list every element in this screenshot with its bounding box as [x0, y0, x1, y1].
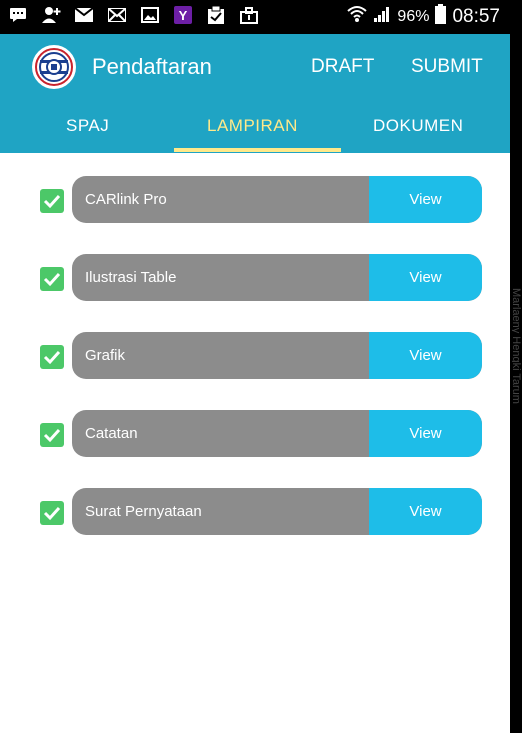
app-logo — [32, 45, 76, 89]
attachment-bar[interactable]: Ilustrasi Table View — [72, 254, 482, 301]
page-title: Pendaftaran — [92, 54, 212, 79]
attachment-bar[interactable]: Catatan View — [72, 410, 482, 457]
clipboard-check-icon — [206, 5, 226, 25]
draft-button[interactable]: DRAFT — [311, 56, 374, 78]
view-button[interactable]: View — [369, 332, 482, 379]
wifi-icon — [347, 5, 368, 28]
attachment-label: Surat Pernyataan — [85, 503, 202, 520]
attachment-bar[interactable]: Grafik View — [72, 332, 482, 379]
list-item: Surat Pernyataan View — [0, 488, 510, 536]
attachment-label: Ilustrasi Table — [85, 269, 177, 286]
submit-button[interactable]: SUBMIT — [411, 56, 483, 78]
add-person-icon — [41, 5, 61, 25]
chat-icon — [8, 5, 28, 25]
briefcase-icon — [239, 5, 259, 25]
checkbox-checked[interactable] — [40, 423, 64, 447]
side-watermark-text: Marlaeny Hengki Tarum — [512, 288, 522, 404]
attachment-label: Catatan — [85, 425, 138, 442]
status-bar: Y 96% 08:57 — [0, 0, 510, 34]
svg-text:Y: Y — [179, 8, 188, 23]
checkbox-checked[interactable] — [40, 501, 64, 525]
view-button[interactable]: View — [369, 488, 482, 535]
checkbox-checked[interactable] — [40, 189, 64, 213]
attachment-bar[interactable]: CARlink Pro View — [72, 176, 482, 223]
tab-lampiran[interactable]: LAMPIRAN — [207, 116, 298, 136]
battery-percent: 96% — [397, 7, 430, 25]
clock: 08:57 — [452, 5, 500, 27]
list-item: Ilustrasi Table View — [0, 254, 510, 302]
image-icon — [140, 5, 160, 25]
view-button[interactable]: View — [369, 176, 482, 223]
signal-icon — [373, 5, 391, 28]
list-item: Catatan View — [0, 410, 510, 458]
checkbox-checked[interactable] — [40, 345, 64, 369]
view-button[interactable]: View — [369, 410, 482, 457]
mail-icon — [74, 5, 94, 25]
list-item: CARlink Pro View — [0, 176, 510, 224]
notification-icons: Y — [8, 5, 259, 25]
status-right: 96% 08:57 — [347, 4, 500, 29]
attachment-label: Grafik — [85, 347, 126, 364]
app-screen: Y 96% 08:57 Pendaftaran DRAFT SUBMIT SPA… — [0, 0, 510, 733]
attachment-bar[interactable]: Surat Pernyataan View — [72, 488, 482, 535]
attachment-label: CARlink Pro — [85, 191, 167, 208]
checkbox-checked[interactable] — [40, 267, 64, 291]
tab-spaj[interactable]: SPAJ — [66, 116, 109, 136]
list-item: Grafik View — [0, 332, 510, 380]
yahoo-icon: Y — [173, 5, 193, 25]
mail-open-icon — [107, 5, 127, 25]
tab-indicator — [174, 148, 341, 152]
view-button[interactable]: View — [369, 254, 482, 301]
app-bar: Pendaftaran DRAFT SUBMIT SPAJ LAMPIRAN D… — [0, 34, 510, 153]
tab-dokumen[interactable]: DOKUMEN — [373, 116, 463, 136]
battery-icon — [435, 4, 447, 29]
